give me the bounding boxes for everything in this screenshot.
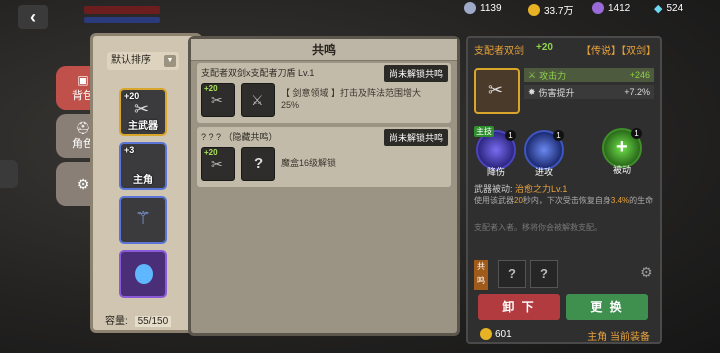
unequip-button[interactable]: 卸 下 — [478, 294, 560, 320]
plus-icon: + — [616, 136, 628, 158]
currency-gold: 33.7万 — [528, 2, 573, 17]
replace-button[interactable]: 更 换 — [566, 294, 648, 320]
question-mark-icon: ? — [540, 266, 548, 281]
backpack-icon: ▣ — [77, 73, 89, 87]
unlock-status-badge: 尚未解锁共鸣 — [383, 129, 448, 146]
weapon-portrait: ✂ — [474, 68, 520, 114]
currency-diamond: ◆ 524 — [654, 3, 684, 15]
left-edge-button[interactable] — [0, 160, 18, 188]
weapon-header: 支配者双剑 +20 【传说】【双剑】 — [468, 42, 660, 58]
resonance-description: 魔盒16级解锁 — [281, 158, 337, 168]
burst-icon: ✸ — [528, 86, 536, 97]
coin-balance: 601 — [480, 328, 512, 340]
currency-purple: 1412 — [592, 2, 630, 14]
weapon-tags: 【传说】【双剑】 — [581, 46, 656, 57]
skill-tag: 主技 — [474, 126, 494, 137]
weapon-detail-panel: 支配者双剑 +20 【传说】【双剑】 ✂ ⚔ 攻击力 +246 ✸ 伤害提升 +… — [466, 36, 662, 344]
capacity: 容量: 55/150 — [105, 312, 172, 327]
resonance-slot[interactable]: ? — [530, 260, 558, 288]
helmet-icon: ⛑ — [75, 121, 91, 135]
passive-description: 使用该武器20秒内，下次受击恢复自身3.4%的生命 — [474, 196, 654, 205]
question-mark-icon: ? — [508, 266, 516, 281]
passive-title: 武器被动: 治愈之力Lv.1 — [474, 184, 568, 194]
skill-passive[interactable]: + 1 被动 — [602, 128, 642, 175]
resonance-description: 【 剑意领域 】打击及阵法范围增大 25% — [281, 88, 422, 110]
question-mark-icon: ? — [254, 155, 264, 172]
twin-blades-icon: ✂ — [211, 92, 223, 108]
resonance-row: 支配者双剑x支配者刀盾 Lv.1 尚未解锁共鸣 +20 ✂ ⚔ 【 剑意领域 】… — [197, 63, 451, 123]
currency-silver: 1139 — [464, 2, 502, 14]
resonance-item-twin-blades[interactable]: +20 ✂ — [201, 147, 235, 181]
inventory-slot-staff[interactable]: ⚚ — [119, 196, 167, 244]
unlock-status-badge: 尚未解锁共鸣 — [383, 65, 448, 82]
resonance-row: ? ? ? （隐藏共鸣） 尚未解锁共鸣 +20 ✂ ? 魔盒16级解锁 — [197, 127, 451, 187]
skill-damage-reduction[interactable]: 主技 1 降伤 — [474, 126, 516, 177]
settings-icon[interactable]: ⚙ — [640, 264, 653, 281]
resonance-tag: 共鸣 — [474, 260, 488, 290]
gear-icon: ⚙ — [76, 175, 90, 192]
weapon-level: +20 — [536, 42, 553, 53]
diamond-icon: ◆ — [654, 3, 663, 15]
gold-coin-icon — [528, 3, 540, 16]
sword-icon: ⚔ — [528, 69, 537, 80]
weapon-name: 支配者双剑 — [474, 46, 524, 57]
stat-damage: ✸ 伤害提升 +7.2% — [524, 85, 654, 99]
inventory-slot-character[interactable]: +3 主角 — [119, 142, 167, 190]
resonance-title: 共鸣 — [191, 39, 457, 61]
stat-attack: ⚔ 攻击力 +246 — [524, 68, 654, 82]
inventory-slot-main-weapon[interactable]: +20 ✂ 主武器 — [119, 88, 167, 136]
back-button[interactable]: ‹ — [18, 5, 48, 29]
sort-dropdown[interactable]: 默认排序 ▼ — [107, 52, 179, 70]
chevron-down-icon: ▼ — [164, 55, 176, 67]
resonance-slot[interactable]: ? — [498, 260, 526, 288]
skill-attack[interactable]: 1 进攻 — [524, 130, 564, 177]
water-orb-icon — [135, 264, 153, 284]
silver-coin-icon — [464, 2, 476, 14]
equipped-by: 主角 当前装备 — [587, 332, 650, 343]
resonance-item-blade-shield[interactable]: ⚔ — [241, 83, 275, 117]
resonance-item-twin-blades[interactable]: +20 ✂ — [201, 83, 235, 117]
mp-bar — [84, 17, 160, 23]
purple-gem-icon — [592, 2, 604, 14]
chevron-left-icon: ‹ — [30, 7, 36, 27]
resonance-item-locked[interactable]: ? — [241, 147, 275, 181]
gold-coin-icon — [480, 328, 492, 340]
twin-blades-icon: ✂ — [211, 156, 223, 172]
flavor-text: 支配者入者。移将你会被解救支配。 — [474, 223, 602, 232]
game-screen: ‹ 1139 33.7万 1412 ◆ 524 ▣ 背包 ⛑ 角色 ⚙ 默认排序… — [0, 0, 720, 353]
inventory-slot-orb[interactable] — [119, 250, 167, 298]
twin-blades-icon: ✂ — [488, 80, 504, 100]
inventory-panel: 默认排序 ▼ +20 ✂ 主武器 +3 主角 ⚚ 容量: 55/150 — [90, 33, 202, 333]
staff-icon: ⚚ — [135, 208, 152, 228]
hp-bar — [84, 6, 160, 14]
blade-shield-icon: ⚔ — [251, 92, 264, 108]
resonance-popup: 共鸣 支配者双剑x支配者刀盾 Lv.1 尚未解锁共鸣 +20 ✂ ⚔ 【 剑意领… — [188, 36, 460, 336]
